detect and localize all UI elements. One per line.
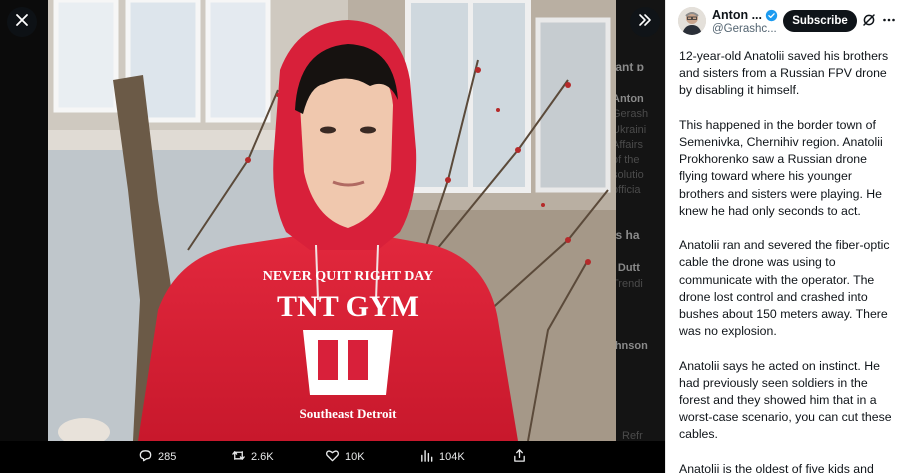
- share-button[interactable]: [512, 448, 527, 466]
- tweet-paragraph: This happened in the border town of Seme…: [679, 117, 883, 218]
- subscribe-button[interactable]: Subscribe: [783, 10, 857, 32]
- expand-panel-button[interactable]: [630, 7, 660, 37]
- tweet-paragraph: 12-year-old Anatolii saved his brothers …: [679, 49, 889, 98]
- hoodie-print-line1: NEVER QUIT RIGHT DAY: [263, 269, 434, 284]
- ghost-text: officia: [612, 184, 641, 195]
- ghost-text: Anton: [612, 93, 644, 104]
- more-options-icon[interactable]: [882, 13, 896, 27]
- avatar[interactable]: [678, 7, 706, 35]
- tweet-paragraph: Anatolii ran and severed the fiber-optic…: [679, 238, 890, 339]
- ghost-text: Trendi: [612, 278, 643, 289]
- author-name-row[interactable]: Anton ...: [712, 8, 778, 22]
- media-action-bar: 285 2.6K 10K 104K: [0, 441, 665, 473]
- ghost-text: Refr: [622, 430, 643, 441]
- tweet-photo[interactable]: NEVER QUIT RIGHT DAY TNT GYM Southeast D…: [48, 0, 616, 441]
- verified-badge-icon: [765, 9, 778, 22]
- hoodie-print-line3: Southeast Detroit: [300, 406, 398, 421]
- ghost-text: of the: [612, 154, 640, 165]
- hoodie-print-line2: TNT GYM: [277, 290, 419, 323]
- ghost-text: solutio: [612, 169, 644, 180]
- ghost-text: Gerash: [612, 108, 649, 119]
- heart-icon: [325, 448, 340, 466]
- media-viewer: evant p Anton Gerash Ukraini Affairs of …: [0, 0, 665, 473]
- repost-icon: [231, 448, 246, 466]
- reply-button[interactable]: 285: [138, 448, 176, 466]
- share-icon: [512, 448, 527, 466]
- chevron-double-right-icon: [637, 12, 653, 33]
- tweet-text: 12-year-old Anatolii saved his brothers …: [679, 48, 895, 473]
- tweet-header: Anton ... @Gerashc... Subscribe: [666, 0, 900, 42]
- views-chart-icon: [419, 448, 434, 466]
- reply-icon: [138, 448, 153, 466]
- like-count: 10K: [345, 451, 365, 463]
- like-button[interactable]: 10K: [325, 448, 365, 466]
- ghost-text: Affairs: [612, 139, 643, 150]
- photo-illustration: NEVER QUIT RIGHT DAY TNT GYM Southeast D…: [48, 0, 616, 441]
- reply-count: 285: [158, 451, 177, 463]
- close-button[interactable]: [7, 7, 37, 37]
- tweet-paragraph: Anatolii says he acted on instinct. He h…: [679, 358, 892, 442]
- views-count: 104K: [439, 451, 465, 463]
- views-button[interactable]: 104K: [419, 448, 465, 466]
- grok-icon[interactable]: [862, 13, 876, 27]
- tweet-paragraph: Anatolii is the oldest of five kids and: [679, 461, 874, 473]
- tweet-detail-panel: Anton ... @Gerashc... Subscribe 12-year-…: [665, 0, 900, 473]
- repost-count: 2.6K: [251, 451, 274, 463]
- close-icon: [14, 12, 30, 33]
- repost-button[interactable]: 2.6K: [231, 448, 274, 466]
- author-handle[interactable]: @Gerashc...: [712, 23, 777, 35]
- ghost-text: Ukraini: [612, 124, 647, 135]
- author-name[interactable]: Anton ...: [712, 8, 762, 22]
